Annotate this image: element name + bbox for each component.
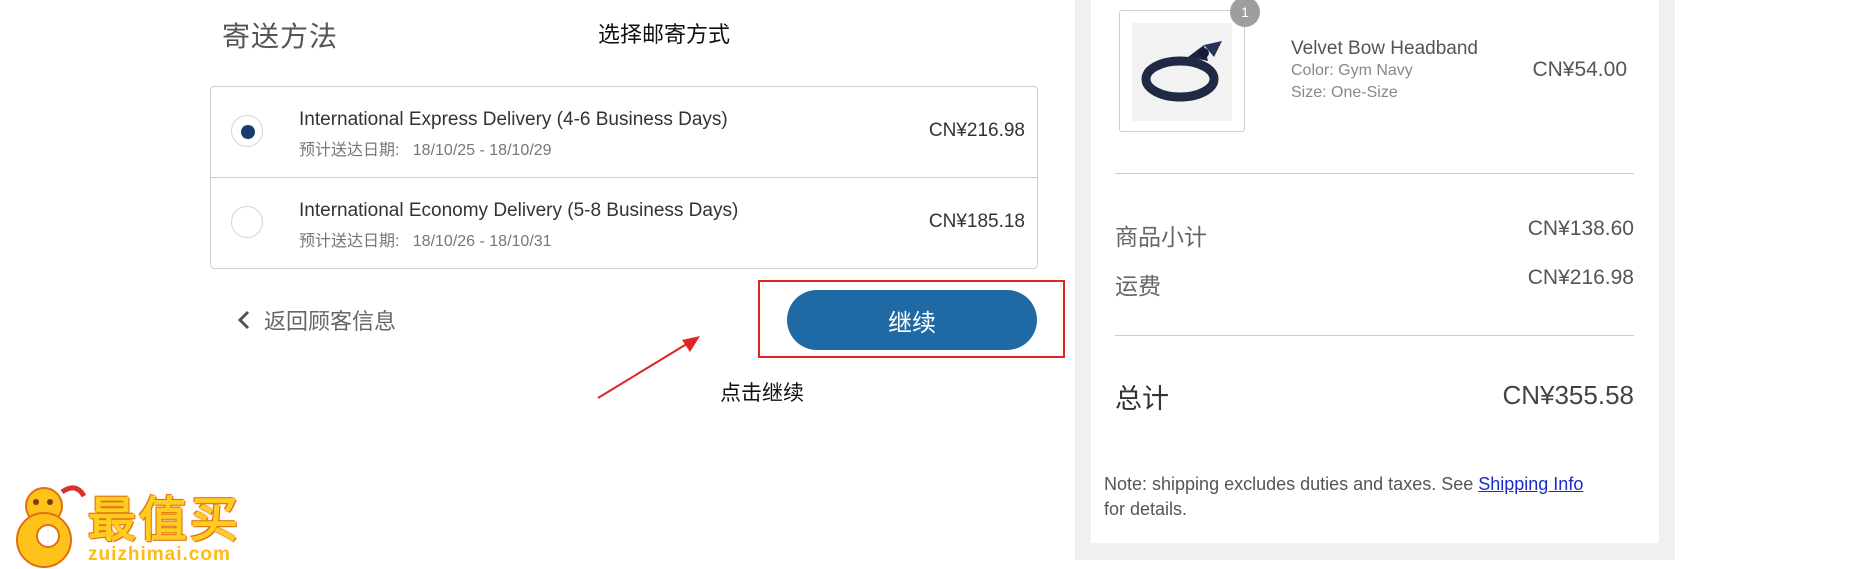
subtotal-label: 商品小计 — [1115, 224, 1207, 250]
radio-express-selected[interactable] — [231, 115, 263, 147]
shipping-info-link[interactable]: Shipping Info — [1478, 474, 1583, 494]
annotation-arrow-icon — [597, 336, 700, 399]
note-suffix: for details. — [1104, 499, 1188, 519]
subtotal-value: CN¥138.60 — [1527, 217, 1634, 240]
shipping-note: Note: shipping excludes duties and taxes… — [1104, 472, 1664, 522]
headband-image — [1132, 23, 1232, 121]
product-thumbnail — [1119, 10, 1245, 132]
logo-domain: zuizhimai.com — [88, 544, 231, 565]
back-link-label: 返回顾客信息 — [264, 309, 397, 334]
shipping-option-name: International Economy Delivery (5-8 Busi… — [299, 200, 739, 221]
section-title: 寄送方法 — [222, 21, 339, 52]
logo-text: 最值买 — [88, 494, 242, 547]
back-to-customer-info-link[interactable]: 返回顾客信息 — [232, 305, 396, 335]
product-size: Size: One-Size — [1291, 84, 1398, 101]
shipping-fee-value: CN¥216.98 — [1527, 266, 1634, 289]
shipping-option-price: CN¥185.18 — [928, 211, 1025, 232]
continue-button[interactable]: 继续 — [787, 290, 1037, 350]
total-label: 总计 — [1115, 384, 1169, 414]
divider — [1115, 335, 1634, 336]
watermark-logo: 最值买 zuizhimai.com — [4, 478, 304, 568]
note-text: Note: shipping excludes duties and taxes… — [1104, 474, 1479, 494]
product-price: CN¥54.00 — [1532, 58, 1627, 81]
shipping-option-date: 预计送达日期: 18/10/26 - 18/10/31 — [299, 233, 552, 250]
shipping-options: International Express Delivery (4-6 Busi… — [210, 86, 1038, 269]
shipping-option-price: CN¥216.98 — [928, 120, 1025, 141]
total-value: CN¥355.58 — [1502, 380, 1634, 410]
shipping-option-economy[interactable]: International Economy Delivery (5-8 Busi… — [211, 178, 1037, 269]
product-name: Velvet Bow Headband — [1291, 38, 1478, 59]
annotation-choose-shipping: 选择邮寄方式 — [598, 23, 731, 48]
shipping-option-name: International Express Delivery (4-6 Busi… — [299, 109, 728, 130]
shipping-option-date: 预计送达日期: 18/10/25 - 18/10/29 — [299, 142, 552, 159]
gourd-mascot-icon — [16, 485, 87, 568]
shipping-fee-label: 运费 — [1115, 273, 1161, 299]
product-color: Color: Gym Navy — [1291, 62, 1413, 79]
shipping-option-express[interactable]: International Express Delivery (4-6 Busi… — [211, 87, 1037, 178]
chevron-left-icon — [232, 308, 256, 332]
radio-economy[interactable] — [231, 206, 263, 238]
divider — [1115, 173, 1634, 174]
annotation-click-continue: 点击继续 — [720, 381, 804, 405]
